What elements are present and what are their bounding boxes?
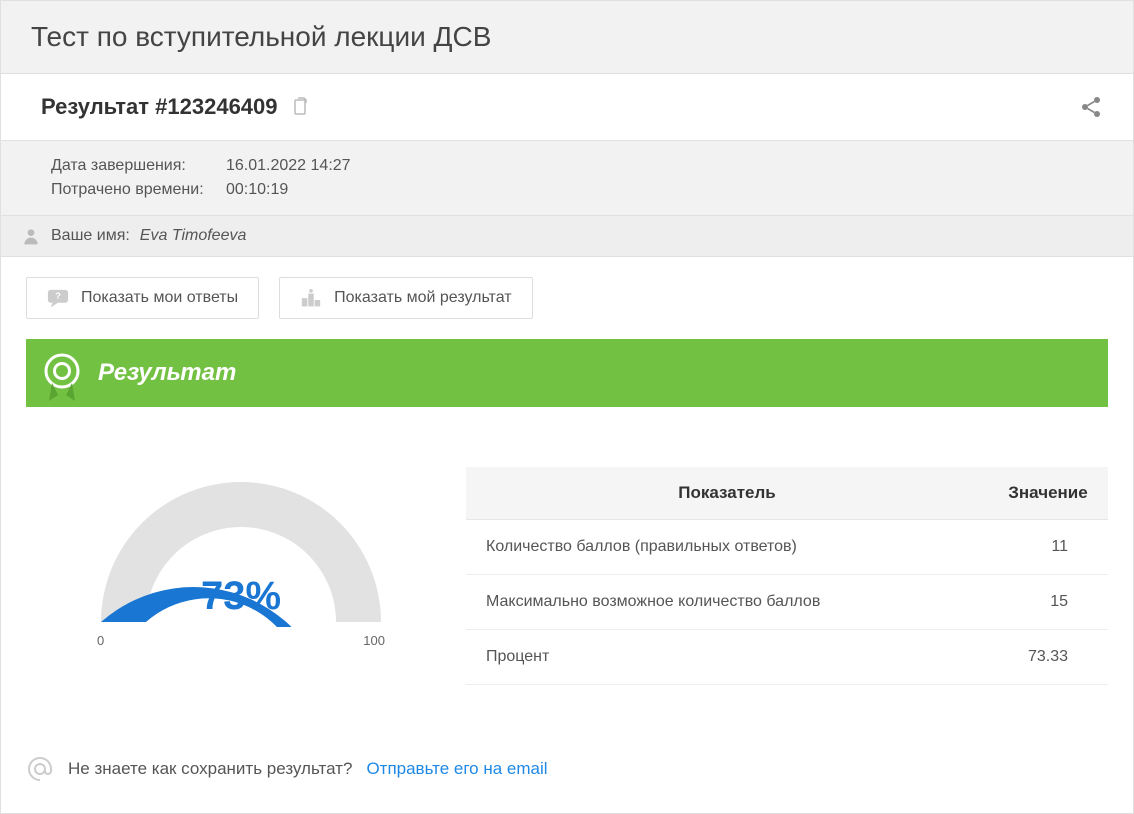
person-icon [21, 226, 41, 246]
show-result-label: Показать мой результат [334, 289, 511, 307]
name-label: Ваше имя: [51, 227, 130, 245]
meta-row-timespent: Потрачено времени: 00:10:19 [51, 181, 1093, 199]
results-grid: 73% 0 100 Показатель Значение Количество… [26, 467, 1108, 685]
table-row: Количество баллов (правильных ответов)11 [466, 520, 1108, 575]
show-result-button[interactable]: Показать мой результат [279, 277, 532, 319]
gauge-wrap: 73% 0 100 [26, 467, 426, 648]
at-sign-icon [26, 755, 54, 783]
page-title-bar: Тест по вступительной лекции ДСВ [0, 0, 1134, 74]
metric-label: Количество баллов (правильных ответов) [466, 520, 988, 575]
podium-icon [300, 288, 322, 308]
show-answers-label: Показать мои ответы [81, 289, 238, 307]
table-row: Максимально возможное количество баллов1… [466, 575, 1108, 630]
time-spent-value: 00:10:19 [226, 181, 288, 199]
table-row: Процент73.33 [466, 630, 1108, 685]
ribbon-badge-icon [42, 353, 82, 393]
metric-value: 73.33 [988, 630, 1108, 685]
share-icon[interactable] [1079, 95, 1103, 119]
footer-hint: Не знаете как сохранить результат? Отпра… [26, 755, 1108, 783]
meta-block: Дата завершения: 16.01.2022 14:27 Потрач… [0, 141, 1134, 216]
send-email-link[interactable]: Отправьте его на email [366, 759, 547, 779]
gauge-min: 0 [97, 633, 104, 648]
result-banner: Результат [26, 339, 1108, 407]
speech-bubble-icon: ? [47, 288, 69, 308]
metric-value: 15 [988, 575, 1108, 630]
footer-question: Не знаете как сохранить результат? [68, 759, 352, 779]
gauge-axis-labels: 0 100 [91, 633, 391, 648]
metric-label: Процент [466, 630, 988, 685]
show-answers-button[interactable]: ? Показать мои ответы [26, 277, 259, 319]
result-id-title: Результат #123246409 [41, 94, 278, 120]
content-area: ? Показать мои ответы Показать мой резул… [0, 257, 1134, 814]
completed-label: Дата завершения: [51, 157, 216, 175]
page-title: Тест по вступительной лекции ДСВ [31, 21, 1103, 53]
gauge-max: 100 [363, 633, 385, 648]
result-banner-text: Результат [98, 359, 236, 387]
time-spent-label: Потрачено времени: [51, 181, 216, 199]
name-value: Eva Timofeeva [140, 227, 247, 245]
gauge-chart: 73% [91, 467, 391, 627]
result-header-left: Результат #123246409 [41, 94, 308, 120]
metric-label: Максимально возможное количество баллов [466, 575, 988, 630]
button-row: ? Показать мои ответы Показать мой резул… [26, 277, 1108, 319]
metrics-header-value: Значение [988, 467, 1108, 520]
metric-value: 11 [988, 520, 1108, 575]
metrics-header-metric: Показатель [466, 467, 988, 520]
completed-value: 16.01.2022 14:27 [226, 157, 351, 175]
copy-icon[interactable] [292, 97, 308, 117]
gauge-value: 73% [91, 574, 391, 619]
name-block: Ваше имя: Eva Timofeeva [0, 216, 1134, 257]
result-header: Результат #123246409 [0, 74, 1134, 141]
svg-text:?: ? [55, 291, 61, 301]
meta-row-completed: Дата завершения: 16.01.2022 14:27 [51, 157, 1093, 175]
metrics-table: Показатель Значение Количество баллов (п… [466, 467, 1108, 685]
